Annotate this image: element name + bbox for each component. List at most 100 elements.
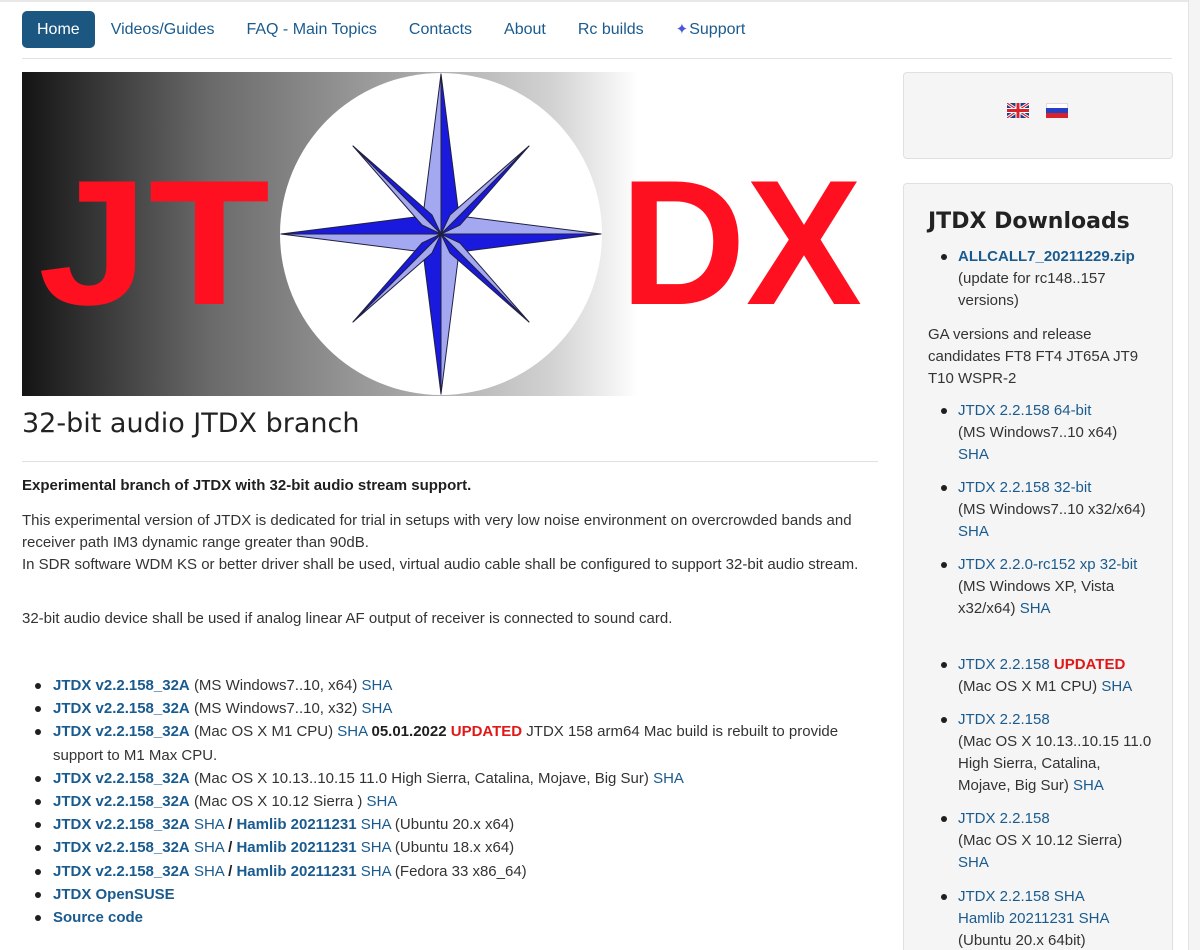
source-code-link[interactable]: Source code bbox=[53, 909, 143, 926]
hamlib-link[interactable]: Hamlib 20211231 bbox=[236, 863, 356, 880]
platform-desc: (Ubuntu 20.x 64bit) bbox=[958, 932, 1086, 949]
hamlib-sha-link[interactable]: SHA bbox=[361, 839, 391, 856]
platform-desc: (Mac OS X M1 CPU) bbox=[193, 723, 334, 741]
nav-divider bbox=[22, 58, 1172, 59]
list-item: JTDX v2.2.158_32A (MS Windows7..10, x32)… bbox=[35, 697, 873, 720]
sha-link[interactable]: SHA bbox=[1101, 678, 1132, 695]
platform-desc: (Mac OS X 10.13..10.15 11.0 High Sierra,… bbox=[958, 733, 1152, 794]
separator: / bbox=[228, 816, 233, 834]
ru-flag-icon[interactable] bbox=[1046, 103, 1068, 118]
opensuse-link[interactable]: JTDX OpenSUSE bbox=[53, 886, 175, 903]
intro-paragraph: This experimental version of JTDX is ded… bbox=[22, 510, 882, 576]
platform-desc: (MS Windows7..10 x64) bbox=[958, 424, 1118, 441]
platform-desc: (Mac OS X 10.12 Sierra) bbox=[958, 832, 1123, 849]
sha-link[interactable]: SHA bbox=[1054, 888, 1085, 905]
download-link[interactable]: JTDX 2.2.158 64-bit bbox=[958, 402, 1091, 419]
intro-line-2: In SDR software WDM KS or better driver … bbox=[22, 556, 859, 573]
hamlib-link[interactable]: Hamlib 20211231 bbox=[236, 839, 356, 856]
separator: / bbox=[228, 862, 233, 880]
sha-link[interactable]: SHA bbox=[194, 816, 224, 833]
jtdx-logo: JT DX bbox=[38, 73, 862, 395]
platform-desc: (MS Windows7..10 x32/x64) bbox=[958, 501, 1146, 518]
sha-link[interactable]: SHA bbox=[958, 523, 989, 540]
jtdx-banner: JT DX bbox=[22, 72, 878, 396]
list-item: JTDX OpenSUSE bbox=[35, 883, 873, 906]
sidebar-download-list: JTDX 2.2.158 (Mac OS X 10.13..10.15 11.0… bbox=[941, 709, 1153, 797]
logo-text-left: JT bbox=[38, 143, 270, 342]
hamlib-sha-link[interactable]: SHA bbox=[361, 863, 391, 880]
nav-faq[interactable]: FAQ - Main Topics bbox=[230, 11, 392, 48]
allcall-list: ALLCALL7_20211229.zip (update for rc148.… bbox=[941, 246, 1153, 312]
allcall-desc: (update for rc148..157 versions) bbox=[958, 270, 1106, 309]
download-link[interactable]: JTDX 2.2.158 bbox=[958, 810, 1050, 827]
top-border bbox=[0, 0, 1188, 2]
download-link[interactable]: JTDX v2.2.158_32A bbox=[53, 700, 190, 717]
download-link[interactable]: JTDX 2.2.158 bbox=[958, 656, 1050, 673]
list-item: JTDX v2.2.158_32A (MS Windows7..10, x64)… bbox=[35, 674, 873, 697]
intro-line-1: This experimental version of JTDX is ded… bbox=[22, 512, 852, 551]
sidebar-title: JTDX Downloads bbox=[928, 209, 1130, 234]
download-link[interactable]: JTDX v2.2.158_32A bbox=[53, 677, 190, 694]
platform-desc: (Fedora 33 x86_64) bbox=[394, 862, 527, 880]
download-link[interactable]: JTDX 2.2.158 bbox=[958, 711, 1050, 728]
sha-link[interactable]: SHA bbox=[367, 793, 398, 810]
list-item: JTDX 2.2.158 32-bit (MS Windows7..10 x32… bbox=[941, 477, 1153, 543]
list-item: JTDX v2.2.158_32A (Mac OS X 10.13..10.15… bbox=[35, 767, 873, 790]
nav-contacts[interactable]: Contacts bbox=[393, 11, 488, 48]
audio-device-note: 32-bit audio device shall be used if ana… bbox=[22, 610, 673, 627]
logo-text-right: DX bbox=[620, 143, 862, 342]
sha-link[interactable]: SHA bbox=[1020, 600, 1051, 617]
sha-link[interactable]: SHA bbox=[194, 863, 224, 880]
sha-link[interactable]: SHA bbox=[337, 723, 367, 740]
scrollbar-track[interactable] bbox=[1188, 0, 1200, 950]
hamlib-sha-link[interactable]: SHA bbox=[361, 816, 391, 833]
sha-link[interactable]: SHA bbox=[1073, 777, 1104, 794]
list-item: JTDX 2.2.0-rc152 xp 32-bit (MS Windows X… bbox=[941, 554, 1153, 620]
uk-flag-icon[interactable] bbox=[1007, 103, 1029, 118]
sha-link[interactable]: SHA bbox=[653, 770, 684, 787]
download-link[interactable]: JTDX v2.2.158_32A bbox=[53, 863, 190, 880]
download-link[interactable]: JTDX v2.2.158_32A bbox=[53, 723, 190, 740]
nav-home[interactable]: Home bbox=[22, 11, 95, 48]
list-item: JTDX v2.2.158_32A (Mac OS X 10.12 Sierra… bbox=[35, 790, 873, 813]
list-item: JTDX v2.2.158_32A SHA / Hamlib 20211231 … bbox=[35, 836, 873, 859]
separator: / bbox=[228, 839, 233, 857]
hamlib-sha-link[interactable]: SHA bbox=[1079, 910, 1110, 927]
language-selector bbox=[903, 72, 1173, 159]
sha-link[interactable]: SHA bbox=[958, 854, 989, 871]
nav-support-label: Support bbox=[689, 21, 746, 38]
platform-desc: (MS Windows7..10, x64) bbox=[193, 677, 358, 694]
downloads-sidebar: JTDX Downloads ALLCALL7_20211229.zip (up… bbox=[903, 183, 1173, 950]
updated-badge: UPDATED bbox=[1053, 656, 1126, 673]
hamlib-link[interactable]: Hamlib 20211231 bbox=[958, 910, 1074, 927]
updated-badge: UPDATED bbox=[450, 723, 523, 741]
sidebar-download-list: JTDX 2.2.0-rc152 xp 32-bit (MS Windows X… bbox=[941, 554, 1153, 620]
allcall-link[interactable]: ALLCALL7_20211229.zip bbox=[958, 248, 1135, 265]
title-divider bbox=[22, 461, 878, 462]
nav-rc-builds[interactable]: Rc builds bbox=[562, 11, 660, 48]
hamlib-link[interactable]: Hamlib 20211231 bbox=[236, 816, 356, 833]
list-item: JTDX v2.2.158_32A (Mac OS X M1 CPU) SHA … bbox=[35, 720, 873, 766]
download-link[interactable]: JTDX v2.2.158_32A bbox=[53, 793, 190, 810]
nav-support[interactable]: ✦Support bbox=[660, 11, 762, 48]
nav-videos-guides[interactable]: Videos/Guides bbox=[95, 11, 231, 48]
download-link[interactable]: JTDX 2.2.158 bbox=[958, 888, 1050, 905]
intro-bold: Experimental branch of JTDX with 32-bit … bbox=[22, 477, 472, 494]
update-date: 05.01.2022 bbox=[371, 723, 447, 741]
ga-versions-text: GA versions and release candidates FT8 F… bbox=[928, 326, 1139, 387]
download-link[interactable]: JTDX v2.2.158_32A bbox=[53, 770, 190, 787]
sha-link[interactable]: SHA bbox=[958, 446, 989, 463]
list-item: JTDX 2.2.158 (Mac OS X 10.13..10.15 11.0… bbox=[941, 709, 1153, 797]
list-item: JTDX v2.2.158_32A SHA / Hamlib 20211231 … bbox=[35, 813, 873, 836]
sha-link[interactable]: SHA bbox=[194, 839, 224, 856]
sidebar-download-list: JTDX 2.2.158 SHA Hamlib 20211231 SHA (Ub… bbox=[941, 886, 1153, 950]
main-nav: Home Videos/Guides FAQ - Main Topics Con… bbox=[22, 11, 761, 48]
nav-about[interactable]: About bbox=[488, 11, 562, 48]
download-link[interactable]: JTDX v2.2.158_32A bbox=[53, 839, 190, 856]
download-link[interactable]: JTDX 2.2.0-rc152 xp 32-bit bbox=[958, 556, 1137, 573]
compass-star-icon: ✦ bbox=[675, 21, 689, 38]
download-link[interactable]: JTDX v2.2.158_32A bbox=[53, 816, 190, 833]
sha-link[interactable]: SHA bbox=[362, 677, 393, 694]
download-link[interactable]: JTDX 2.2.158 32-bit bbox=[958, 479, 1091, 496]
sha-link[interactable]: SHA bbox=[362, 700, 393, 717]
